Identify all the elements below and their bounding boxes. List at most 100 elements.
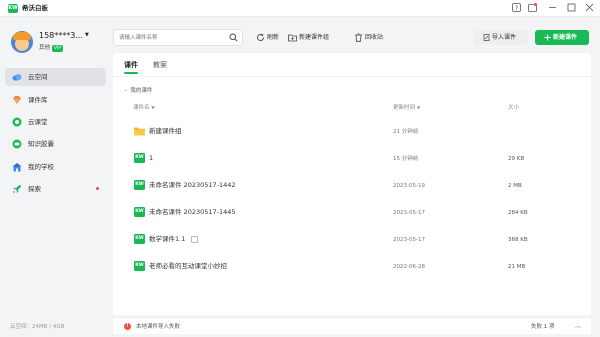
folder-icon	[134, 127, 145, 136]
trash-icon	[355, 33, 362, 42]
row-name: 未命名课件 20230517-1442	[149, 181, 236, 189]
row-name: 新建课件组	[149, 127, 182, 135]
app-title: 希沃白板	[22, 4, 48, 12]
table-row[interactable]: KW 1 15 分钟前 29 KB	[113, 145, 591, 172]
new-group-label: 新建课件组	[299, 34, 330, 41]
classroom-icon	[12, 117, 22, 127]
sidebar-item-label: 课件库	[28, 96, 48, 104]
search-input[interactable]	[117, 32, 225, 43]
column-header-updated[interactable]: 更新时间 ▼	[393, 104, 420, 112]
sidebar	[0, 17, 111, 337]
tab-divider	[113, 76, 591, 77]
avatar[interactable]	[11, 31, 33, 53]
gem-icon	[13, 96, 21, 104]
sidebar-item-my-school[interactable]: 我的学校	[5, 158, 106, 176]
row-updated: 2023-05-17	[393, 237, 425, 243]
table-row[interactable]: 新建课件组 21 分钟前	[113, 118, 591, 145]
row-updated: 2023-05-17	[393, 210, 425, 216]
import-label: 导入课件	[492, 34, 517, 41]
row-name: 数学课件1.1	[149, 235, 186, 243]
avatar-hair	[13, 32, 31, 40]
courseware-file-icon: KW	[134, 180, 145, 190]
refresh-label: 刷新	[267, 34, 280, 41]
rocket-icon	[13, 185, 21, 193]
tab-lesson-plan[interactable]: 教案	[153, 60, 167, 70]
row-size: 368 KB	[508, 237, 528, 243]
user-name-menu[interactable]: 158****3... ▼	[39, 30, 89, 41]
user-role: 其他	[39, 45, 51, 51]
folder-add-icon	[288, 34, 297, 42]
sidebar-item-cloud-space[interactable]: 云空间	[5, 68, 106, 86]
table-row[interactable]: KW 老师必看的互动课堂小妙招 2022-06-28 21 MB	[113, 253, 591, 280]
sidebar-item-label: 我的学校	[28, 163, 54, 171]
new-courseware-button[interactable]: 新建课件	[535, 30, 589, 45]
courseware-file-icon: KW	[134, 153, 145, 163]
refresh-icon	[257, 33, 264, 41]
message-icon[interactable]	[527, 3, 538, 14]
vip-badge: VIP	[52, 45, 64, 52]
search-icon[interactable]	[229, 33, 238, 42]
sidebar-item-label: 云课堂	[28, 118, 48, 126]
courseware-file-icon: KW	[134, 234, 145, 244]
sidebar-item-explore[interactable]: 探索	[5, 180, 106, 198]
row-name: 1	[149, 154, 154, 162]
column-header-updated-label: 更新时间	[393, 105, 416, 111]
sidebar-item-label: 知识胶囊	[28, 140, 54, 148]
table-row[interactable]: KW 未命名课件 20230517-1445 2023-05-17 284 KB	[113, 199, 591, 226]
new-label: 新建课件	[553, 34, 578, 41]
help-icon[interactable]: ?	[511, 3, 522, 14]
minimize-icon[interactable]	[547, 3, 558, 14]
sort-icon: ▼	[151, 105, 155, 110]
row-size: 284 KB	[508, 210, 528, 216]
search-box[interactable]	[113, 29, 243, 46]
error-icon: !	[124, 323, 131, 330]
row-updated: 2023-05-19	[393, 183, 425, 189]
sidebar-item-knowledge-capsule[interactable]: 知识胶囊	[5, 135, 106, 153]
courseware-file-icon: KW	[134, 261, 145, 271]
chevron-down-icon: ▼	[85, 32, 89, 38]
tab-courseware[interactable]: 课件	[124, 60, 138, 70]
row-name: 老师必看的互动课堂小妙招	[149, 262, 227, 270]
app-logo: KW	[8, 4, 18, 13]
fail-count[interactable]: 失败 1 项	[531, 323, 555, 331]
row-updated: 21 分钟前	[393, 129, 419, 135]
table-row[interactable]: KW 未命名课件 20230517-1442 2023-05-19 2 MB	[113, 172, 591, 199]
column-header-name[interactable]: 课件名 ▼	[133, 104, 155, 112]
active-tab-indicator	[124, 72, 138, 74]
sort-icon: ▼	[417, 105, 421, 110]
sidebar-item-label: 云空间	[28, 73, 48, 81]
import-error-message: 本地课件导入失败	[136, 324, 181, 330]
user-subtitle: 其他 VIP	[39, 44, 64, 52]
row-size: 29 KB	[508, 156, 525, 162]
svg-text:?: ?	[515, 5, 518, 12]
maximize-icon[interactable]	[566, 3, 577, 14]
sidebar-item-cloud-classroom[interactable]: 云课堂	[5, 113, 106, 131]
user-name: 158****3...	[39, 31, 83, 40]
chevron-up-icon[interactable]: ︿	[575, 322, 581, 331]
chevron-down-icon: ⌄	[124, 87, 128, 92]
row-updated: 15 分钟前	[393, 156, 419, 162]
row-updated: 2022-06-28	[393, 264, 425, 270]
import-status-bar: ! 本地课件导入失败 失败 1 项 ︿	[113, 317, 591, 334]
school-icon	[12, 163, 22, 172]
column-header-name-label: 课件名	[133, 105, 150, 111]
sidebar-item-courseware-library[interactable]: 课件库	[5, 91, 106, 109]
row-size: 21 MB	[508, 264, 526, 270]
capsule-icon	[12, 139, 22, 149]
import-icon	[483, 34, 490, 41]
close-icon[interactable]	[584, 3, 595, 14]
row-name: 未命名课件 20230517-1445	[149, 208, 236, 216]
breadcrumb[interactable]: ⌄ 我的课件	[124, 86, 152, 95]
courseware-file-icon: KW	[134, 207, 145, 217]
link-icon	[191, 236, 198, 243]
import-courseware-button[interactable]: 导入课件	[474, 30, 528, 45]
notification-dot	[96, 187, 99, 190]
column-header-size: 大小	[508, 105, 520, 111]
storage-usage: 云空间：24MB / 4GB	[10, 324, 65, 330]
title-bar: KW 希沃白板 ?	[0, 0, 600, 17]
sidebar-item-label: 探索	[28, 185, 41, 193]
table-row[interactable]: KW 数学课件1.1 2023-05-17 368 KB	[113, 226, 591, 253]
breadcrumb-current: 我的课件	[130, 88, 153, 94]
row-size: 2 MB	[508, 183, 522, 189]
cloud-icon	[12, 74, 22, 81]
